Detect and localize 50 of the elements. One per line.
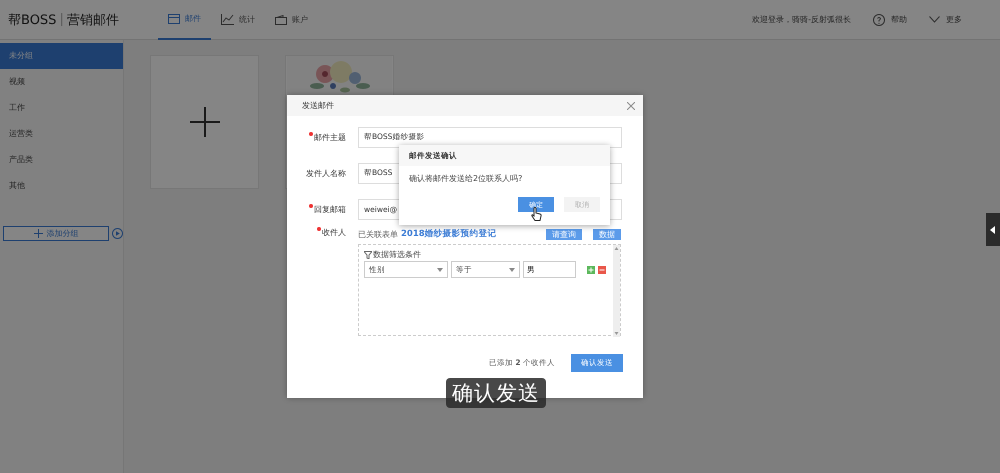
line-chart-icon bbox=[221, 14, 234, 25]
product-name: 营销邮件 bbox=[66, 12, 119, 28]
popup-message: 确认将邮件发送给2位联系人吗? bbox=[408, 173, 524, 184]
add-condition-icon bbox=[587, 266, 595, 274]
filter-icon bbox=[364, 250, 372, 258]
caret-down-icon bbox=[437, 268, 443, 272]
remove-condition-icon bbox=[598, 266, 606, 274]
hand-cursor-icon bbox=[531, 207, 542, 221]
linked-form-link[interactable]: 2018婚纱摄影预约登记 bbox=[401, 228, 497, 240]
dialog-title: 发送邮件 bbox=[302, 100, 334, 111]
close-button[interactable] bbox=[625, 100, 637, 112]
nav-tab[interactable]: 账户 bbox=[265, 0, 318, 40]
field-label: 回复邮箱 bbox=[314, 204, 346, 214]
field-label: 收件人 bbox=[322, 227, 346, 238]
wallet-icon bbox=[275, 14, 287, 24]
field-label: 邮件主题 bbox=[314, 132, 346, 142]
sidebar-item[interactable]: 其他 bbox=[0, 173, 123, 199]
sidebar-item[interactable]: 运营类 bbox=[0, 121, 123, 147]
close-icon bbox=[627, 102, 635, 110]
required-mark-icon bbox=[317, 227, 321, 231]
query-button[interactable]: 数据 bbox=[593, 228, 621, 240]
scrollbar-icon bbox=[613, 245, 620, 337]
logo-separator: | bbox=[59, 12, 64, 27]
required-mark-icon bbox=[309, 204, 313, 208]
add-group-button[interactable]: 添加分组 bbox=[3, 226, 109, 241]
sidebar-item[interactable]: 视频 bbox=[0, 69, 123, 95]
help-link[interactable]: 帮助 bbox=[873, 14, 907, 26]
nav-tab[interactable]: 统计 bbox=[211, 0, 265, 40]
caret-left-icon bbox=[990, 226, 996, 234]
mail-icon bbox=[168, 14, 180, 24]
field-label: 发件人名称 bbox=[306, 168, 346, 178]
logo: 帮BOSS bbox=[8, 12, 56, 28]
help-icon bbox=[873, 14, 885, 26]
required-mark-icon bbox=[309, 132, 313, 136]
plus-icon bbox=[190, 107, 220, 137]
sidebar-item[interactable]: 未分组 bbox=[0, 43, 123, 69]
nav-tab[interactable]: 邮件 bbox=[158, 0, 211, 40]
sidebar-item[interactable]: 产品类 bbox=[0, 147, 123, 173]
filter-title: 数据筛选条件 bbox=[373, 249, 421, 260]
collapse-tab[interactable] bbox=[986, 213, 1000, 246]
query-button[interactable]: 请查询 bbox=[546, 228, 582, 240]
linked-form-label: 已关联表单 bbox=[358, 228, 398, 240]
welcome-text: 欢迎登录，骑骑-反射弧很长 bbox=[752, 14, 851, 25]
plus-icon bbox=[34, 229, 42, 238]
video-caption: 确认发送 bbox=[446, 378, 546, 408]
sidebar-item[interactable]: 工作 bbox=[0, 95, 123, 121]
more-link[interactable]: 更多 bbox=[929, 14, 962, 25]
chevron-down-icon bbox=[929, 16, 940, 23]
caret-down-icon bbox=[509, 268, 515, 272]
play-circle-icon bbox=[112, 228, 123, 239]
